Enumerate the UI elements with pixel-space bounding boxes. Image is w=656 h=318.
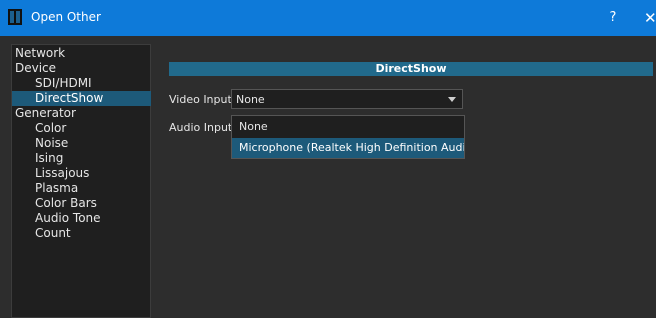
tree-item-directshow[interactable]: DirectShow xyxy=(12,91,151,106)
tree-item-label: Color Bars xyxy=(35,196,97,210)
panel-header: DirectShow xyxy=(169,62,653,76)
tree-item-label: Network xyxy=(15,46,66,60)
tree-item-label: SDI/HDMI xyxy=(35,76,92,90)
audio-option-none[interactable]: None xyxy=(232,117,464,137)
tree-item-audio-tone[interactable]: Audio Tone xyxy=(12,211,151,226)
video-input-label: Video Input xyxy=(169,93,232,106)
title-bar: Open Other ? ✕ xyxy=(0,0,656,36)
tree-item-label: Device xyxy=(15,61,57,75)
help-button[interactable]: ? xyxy=(604,9,622,27)
tree-item-label: Color xyxy=(35,121,67,135)
tree-item-label: Lissajous xyxy=(35,166,90,180)
tree-item-noise[interactable]: Noise xyxy=(12,136,151,151)
tree-item-color-bars[interactable]: Color Bars xyxy=(12,196,151,211)
tree-item-generator[interactable]: Generator xyxy=(12,106,151,121)
video-input-select[interactable]: None xyxy=(231,89,463,109)
tree-item-color[interactable]: Color xyxy=(12,121,151,136)
source-tree[interactable]: Network Device SDI/HDMI DirectShow Gener… xyxy=(11,44,151,318)
audio-option-microphone[interactable]: Microphone (Realtek High Definition Audi… xyxy=(232,138,464,158)
tree-item-count[interactable]: Count xyxy=(12,226,151,241)
audio-input-dropdown-list[interactable]: None Microphone (Realtek High Definition… xyxy=(231,115,465,159)
option-label: None xyxy=(239,120,268,133)
tree-item-device[interactable]: Device xyxy=(12,61,151,76)
tree-item-label: Noise xyxy=(35,136,69,150)
chevron-down-icon xyxy=(448,97,456,102)
tree-item-lissajous[interactable]: Lissajous xyxy=(12,166,151,181)
close-button[interactable]: ✕ xyxy=(644,9,656,27)
app-window-icon xyxy=(8,9,22,25)
tree-item-sdi-hdmi[interactable]: SDI/HDMI xyxy=(12,76,151,91)
audio-input-label: Audio Input xyxy=(169,121,233,134)
tree-item-label: Generator xyxy=(15,106,76,120)
tree-item-plasma[interactable]: Plasma xyxy=(12,181,151,196)
tree-item-label: Ising xyxy=(35,151,64,165)
tree-item-label: Audio Tone xyxy=(35,211,101,225)
tree-item-network[interactable]: Network xyxy=(12,46,151,61)
window-title: Open Other xyxy=(31,10,101,24)
tree-item-label: Plasma xyxy=(35,181,79,195)
tree-item-label: DirectShow xyxy=(35,91,104,105)
video-input-value: None xyxy=(236,93,265,106)
option-label: Microphone (Realtek High Definition Audi… xyxy=(239,141,464,154)
tree-item-ising[interactable]: Ising xyxy=(12,151,151,166)
tree-item-label: Count xyxy=(35,226,71,240)
